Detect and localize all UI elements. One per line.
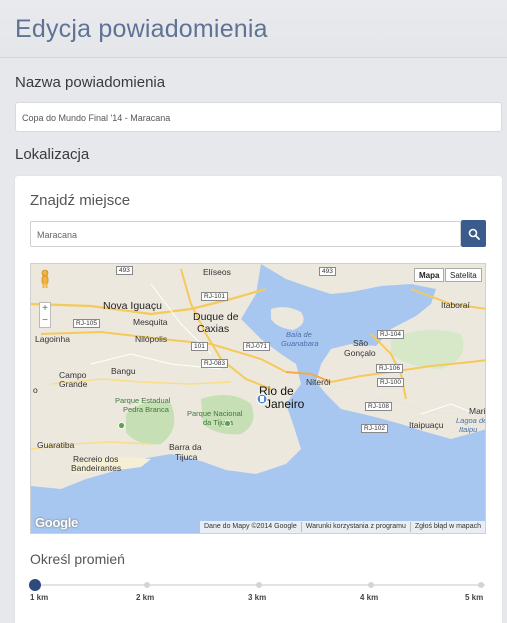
location-label: Lokalizacja xyxy=(15,146,90,163)
road-shield: RJ-083 xyxy=(201,359,228,368)
map-place-label: Guaratiba xyxy=(37,440,75,450)
map-place-label: Gonçalo xyxy=(344,348,376,358)
map-place-label: Lagoinha xyxy=(35,334,70,344)
road-shield: RJ-106 xyxy=(376,364,403,373)
place-search-input[interactable]: Maracana xyxy=(30,221,461,247)
radius-label: Określ promień xyxy=(30,551,125,567)
map-place-label: o xyxy=(33,385,38,395)
map-place-label: Duque de xyxy=(193,311,239,323)
park-marker-icon xyxy=(224,414,231,432)
radius-tick-label: 1 km xyxy=(30,593,49,602)
map-place-label: Grande xyxy=(59,379,88,389)
radius-slider-handle[interactable] xyxy=(29,579,41,591)
search-button[interactable] xyxy=(461,220,486,247)
street-view-pegman-icon[interactable] xyxy=(40,269,50,294)
map-water-label: Guanabara xyxy=(281,339,319,348)
map-place-label: Bandeirantes xyxy=(71,463,122,473)
map-place-label: Itaipuaçu xyxy=(409,420,444,430)
map-park-label: Pedra Branca xyxy=(123,405,169,414)
zoom-out-button[interactable]: − xyxy=(40,315,50,327)
road-shield: RJ-108 xyxy=(365,402,392,411)
map-terms-link[interactable]: Warunki korzystania z programu xyxy=(300,522,410,532)
road-shield: RJ-101 xyxy=(201,292,228,301)
map-footer: Dane do Mapy ©2014 Google Warunki korzys… xyxy=(200,521,485,533)
page-header: Edycja powiadomienia xyxy=(0,0,507,58)
radius-tick-label: 2 km xyxy=(136,593,155,602)
page-title: Edycja powiadomienia xyxy=(15,15,268,43)
radius-slider-tick xyxy=(368,582,374,588)
map-place-label: Elíseos xyxy=(203,267,231,277)
road-shield: 493 xyxy=(319,267,336,276)
map-place-label: Bangu xyxy=(111,366,136,376)
zoom-in-button[interactable]: + xyxy=(40,303,50,315)
radius-tick-label: 3 km xyxy=(248,593,267,602)
park-marker-icon xyxy=(118,416,125,434)
radius-slider-tick xyxy=(144,582,150,588)
map-water-label: Lagoa de xyxy=(456,416,486,425)
map-water-label: Itaipu xyxy=(459,425,478,434)
map-place-label: Barra da xyxy=(169,442,202,452)
road-shield: RJ-102 xyxy=(361,424,388,433)
map-place-label: Nova Iguaçu xyxy=(103,300,162,312)
road-shield: RJ-100 xyxy=(377,378,404,387)
road-shield: 101 xyxy=(191,342,208,351)
road-shield: RJ-105 xyxy=(73,319,100,328)
map-park-label: Parque Estadual xyxy=(115,396,171,405)
map-place-label: Mesquita xyxy=(133,317,168,327)
map-place-label: Caxias xyxy=(197,323,230,335)
map-place-label: Niterói xyxy=(306,377,331,387)
find-place-label: Znajdź miejsce xyxy=(30,192,131,209)
radius-slider-tick xyxy=(256,582,262,588)
road-shield: RJ-104 xyxy=(377,330,404,339)
notification-name-label: Nazwa powiadomienia xyxy=(15,74,166,91)
radius-tick-label: 5 km xyxy=(465,593,484,602)
search-icon xyxy=(468,228,480,240)
road-shield: RJ-071 xyxy=(243,342,270,351)
map-place-label: Itaboraí xyxy=(441,300,470,310)
location-marker-icon[interactable] xyxy=(256,392,268,410)
notification-name-input[interactable]: Copa do Mundo Final '14 - Maracana xyxy=(15,102,502,132)
map-report-error-link[interactable]: Zgłoś błąd w mapach xyxy=(409,522,485,532)
map-zoom-control: + − xyxy=(39,302,51,328)
location-card: Znajdź miejsce Maracana + − Mapa Satelit… xyxy=(15,176,502,623)
radius-slider-tick xyxy=(478,582,484,588)
map-place-label: Tijuca xyxy=(175,452,198,462)
radius-tick-label: 4 km xyxy=(360,593,379,602)
google-logo: Google xyxy=(35,515,78,530)
map-type-map-button[interactable]: Mapa xyxy=(414,268,445,282)
road-shield: 493 xyxy=(116,266,133,275)
location-map[interactable]: + − Mapa Satelita Elíseos Nova Iguaçu Du… xyxy=(30,263,486,534)
map-place-label: Nilópolis xyxy=(135,334,168,344)
map-type-satellite-button[interactable]: Satelita xyxy=(445,268,482,282)
map-data-credit: Dane do Mapy ©2014 Google xyxy=(204,523,297,530)
map-place-label: São xyxy=(353,338,369,348)
map-place-label: Maric xyxy=(469,406,486,416)
map-place-label: Janeiro xyxy=(265,397,305,411)
map-park-label: Parque Nacional xyxy=(187,409,243,418)
map-water-label: Baía de xyxy=(286,330,312,339)
